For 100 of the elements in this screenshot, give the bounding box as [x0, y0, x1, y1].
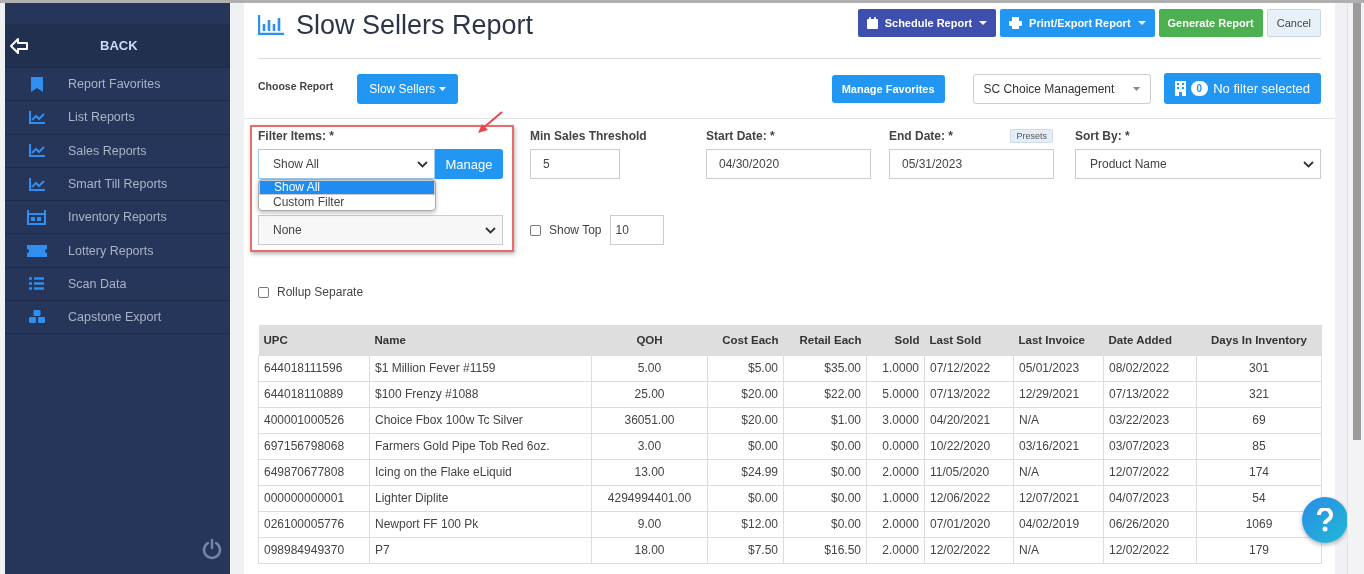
table-cell: 36051.00	[591, 407, 708, 433]
table-cell: 2.0000	[866, 511, 925, 537]
checkbox[interactable]	[530, 224, 541, 236]
table-cell: 06/26/2020	[1103, 511, 1197, 537]
sidebar-item[interactable]: List Reports	[5, 101, 230, 135]
sidebar-item[interactable]: Report Favorites	[5, 68, 230, 102]
scrollbar[interactable]	[1347, 0, 1364, 574]
column-header[interactable]: Last Invoice	[1013, 325, 1104, 355]
location-select[interactable]: SC Choice Management	[972, 73, 1151, 104]
column-header[interactable]: Retail Each	[783, 325, 867, 355]
table-cell: 026100005776	[258, 511, 370, 537]
filter-count-badge: 0	[1190, 81, 1209, 96]
table-cell: $7.50	[707, 537, 784, 563]
sort-by-select[interactable]: Product Name	[1075, 149, 1321, 179]
table-cell: $0.00	[783, 433, 867, 459]
table-cell: $1 Million Fever #1159	[369, 355, 592, 381]
table-cell: 000000000001	[258, 485, 370, 511]
table-cell: $100 Frenzy #1088	[369, 381, 592, 407]
list-icon	[29, 277, 44, 291]
choose-report-label: Choose Report	[258, 79, 334, 92]
start-date-field[interactable]: 04/30/2020	[706, 149, 871, 179]
chart-icon	[28, 110, 45, 124]
sidebar-item[interactable]: Smart Till Reports	[5, 167, 230, 202]
chevron-icon	[485, 226, 496, 234]
filter-items-select[interactable]: Show All	[258, 149, 435, 179]
table-cell: $0.00	[783, 511, 867, 537]
header-button[interactable]: Cancel	[1266, 9, 1321, 37]
table-cell: 9.00	[591, 511, 708, 537]
shelf-icon	[27, 209, 46, 225]
column-header[interactable]: Days In Inventory	[1196, 325, 1322, 355]
caret-icon	[979, 21, 988, 25]
column-header[interactable]: Cost Each	[707, 325, 784, 355]
table-cell: N/A	[1013, 537, 1104, 563]
caret-icon	[1132, 86, 1140, 91]
table-cell: 07/13/2022	[924, 381, 1014, 407]
table-cell: 1.0000	[866, 355, 925, 381]
back-arrow-icon[interactable]	[10, 37, 28, 54]
filter-select[interactable]: None	[258, 215, 503, 245]
dropdown-option[interactable]: Custom Filter	[259, 195, 435, 210]
table-cell: 12/07/2021	[1013, 485, 1104, 511]
sidebar-item[interactable]: Capstone Export	[5, 301, 230, 335]
column-header[interactable]: UPC	[258, 325, 370, 355]
field-label: Sort By: *	[1075, 129, 1131, 143]
table-cell: $35.00	[783, 355, 867, 381]
table-cell: 174	[1196, 459, 1322, 485]
table-cell: 12/06/2022	[924, 485, 1014, 511]
table-cell: Farmers Gold Pipe Tob Red 6oz.	[369, 433, 592, 459]
table-cell: 03/16/2021	[1013, 433, 1104, 459]
table-cell: 25.00	[591, 381, 708, 407]
table-cell: N/A	[1013, 407, 1104, 433]
header-button[interactable]: Schedule Report	[857, 9, 997, 37]
presets-button[interactable]: Presets	[1010, 129, 1053, 143]
min-sales-field[interactable]: 5	[530, 149, 620, 179]
table-cell: 03/07/2023	[1103, 433, 1197, 459]
table-cell: 07/13/2022	[1103, 381, 1197, 407]
table-cell: $0.00	[783, 459, 867, 485]
column-header[interactable]: Date Added	[1103, 325, 1197, 355]
table-cell: 07/12/2022	[924, 355, 1014, 381]
cubes-icon	[28, 310, 45, 325]
field-label: Min Sales Threshold	[530, 129, 648, 143]
end-date-field[interactable]: 05/31/2023	[889, 149, 1054, 179]
table-cell: 12/02/2022	[924, 537, 1014, 563]
table-cell: 5.0000	[866, 381, 925, 407]
table-cell: 098984949370	[258, 537, 370, 563]
table-cell: 18.00	[591, 537, 708, 563]
column-header[interactable]: QOH	[591, 325, 708, 355]
column-header[interactable]: Name	[369, 325, 592, 355]
table-cell: $20.00	[707, 381, 784, 407]
column-header[interactable]: Last Sold	[924, 325, 1014, 355]
bookmark-icon	[30, 76, 43, 92]
table-cell: 08/02/2022	[1103, 355, 1197, 381]
column-header[interactable]: Sold	[866, 325, 925, 355]
chart-icon	[28, 177, 45, 191]
table-cell: 12/02/2022	[1103, 537, 1197, 563]
table-cell: 301	[1196, 355, 1322, 381]
table-cell: $0.00	[707, 433, 784, 459]
table-cell: 12/29/2021	[1013, 381, 1104, 407]
table-cell: $5.00	[707, 355, 784, 381]
sidebar-item[interactable]: Inventory Reports	[5, 201, 230, 235]
table-cell: 69	[1196, 407, 1322, 433]
calendar-icon	[866, 17, 878, 29]
building-icon	[1174, 81, 1186, 96]
sidebar-item[interactable]: Scan Data	[5, 267, 230, 302]
arrow	[476, 111, 504, 135]
table-cell: $22.00	[783, 381, 867, 407]
sidebar-item[interactable]: Sales Reports	[5, 134, 230, 168]
show-top-field[interactable]: 10	[610, 215, 665, 245]
table-cell: $12.00	[707, 511, 784, 537]
table-cell: 2.0000	[866, 459, 925, 485]
table-cell: 5.00	[591, 355, 708, 381]
table-cell: 10/22/2020	[924, 433, 1014, 459]
table-cell: 644018111596	[258, 355, 370, 381]
show-top-label: Show Top	[549, 223, 602, 237]
sidebar-item[interactable]: Lottery Reports	[5, 234, 230, 268]
back-link[interactable]: BACK	[100, 38, 138, 53]
table-cell: 2.0000	[866, 537, 925, 563]
table-cell: 04/07/2023	[1103, 485, 1197, 511]
checkbox[interactable]	[258, 286, 269, 298]
rollup-label: Rollup Separate	[277, 285, 364, 299]
power-icon[interactable]	[201, 538, 223, 560]
